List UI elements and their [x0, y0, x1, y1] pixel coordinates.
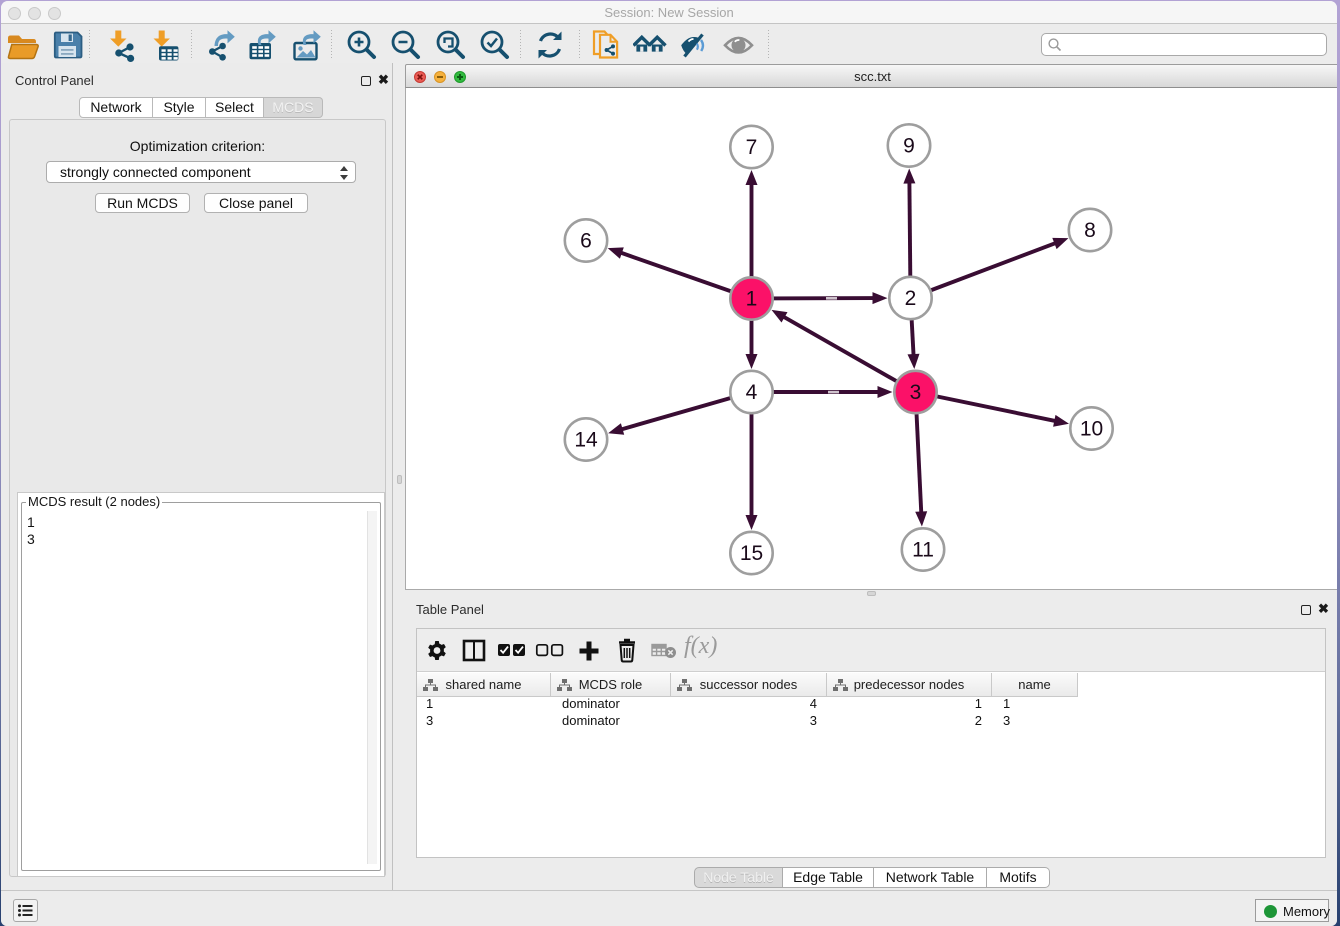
svg-text:6: 6	[580, 230, 592, 253]
svg-text:14: 14	[574, 429, 598, 452]
svg-text:3: 3	[910, 381, 922, 404]
svg-text:8: 8	[1084, 219, 1096, 242]
svg-text:9: 9	[903, 135, 915, 158]
svg-text:10: 10	[1080, 418, 1103, 441]
svg-text:15: 15	[740, 542, 763, 565]
svg-text:7: 7	[746, 136, 758, 159]
svg-text:2: 2	[905, 287, 917, 310]
svg-text:4: 4	[746, 381, 758, 404]
svg-text:11: 11	[912, 539, 934, 562]
svg-text:1: 1	[746, 288, 758, 311]
